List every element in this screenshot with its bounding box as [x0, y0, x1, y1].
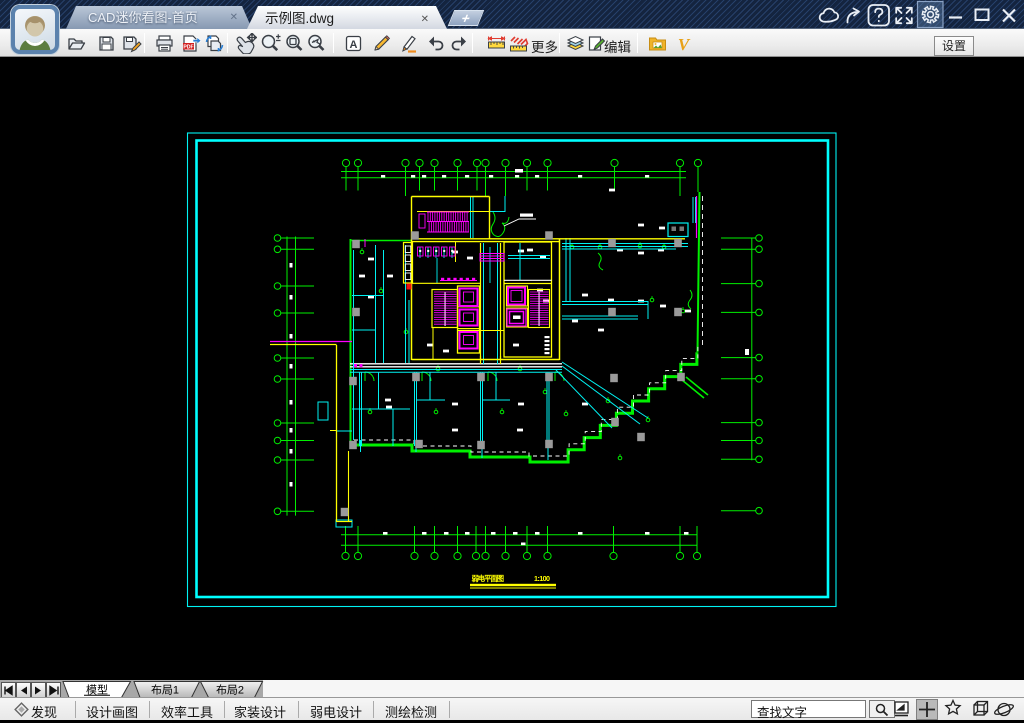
svg-text:弱电平面图: 弱电平面图 [472, 574, 505, 583]
svg-text:A: A [350, 39, 358, 51]
svg-text:布局1: 布局1 [151, 684, 179, 697]
svg-text:模型: 模型 [86, 683, 108, 697]
svg-text:1:100: 1:100 [534, 574, 550, 583]
svg-text:V: V [678, 35, 691, 54]
svg-text:布局2: 布局2 [216, 684, 244, 697]
svg-text:PDF: PDF [183, 44, 193, 50]
